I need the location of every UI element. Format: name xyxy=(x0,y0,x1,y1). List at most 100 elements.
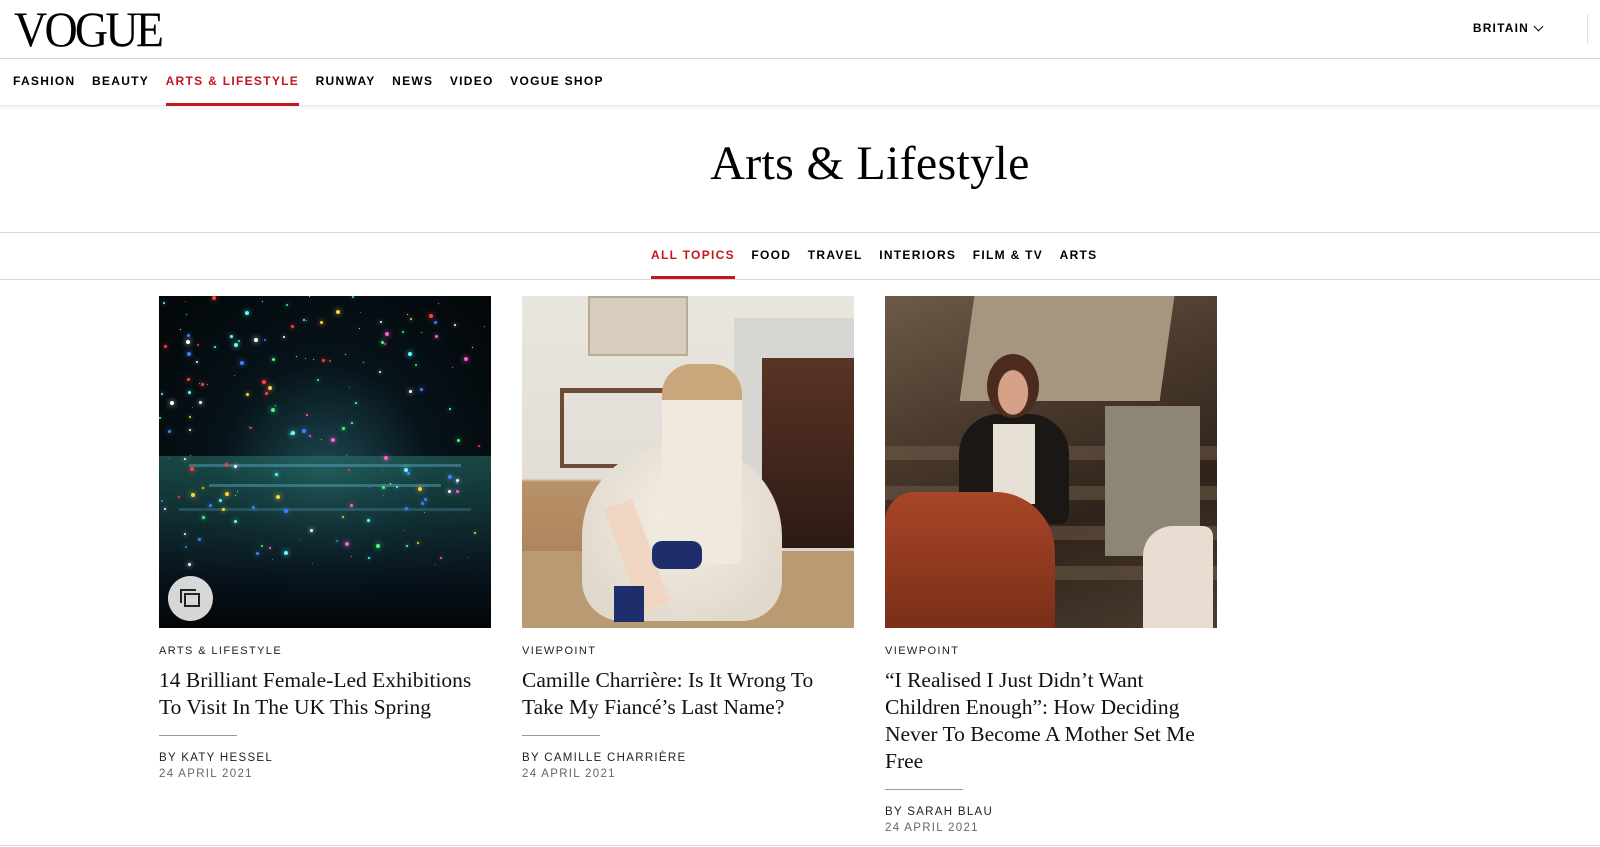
light-dot xyxy=(196,361,198,363)
top-bar: VOGUE BRITAIN xyxy=(0,0,1600,59)
light-dot xyxy=(309,296,310,297)
edition-selector[interactable]: BRITAIN xyxy=(1473,21,1544,35)
light-dot xyxy=(161,500,163,502)
light-dot xyxy=(302,429,306,433)
article-card[interactable]: VIEWPOINT “I Realised I Just Didn’t Want… xyxy=(885,296,1217,834)
light-dot xyxy=(404,468,408,472)
light-dot xyxy=(275,405,276,406)
light-dot xyxy=(424,512,425,513)
nav-item-news[interactable]: NEWS xyxy=(392,59,433,106)
light-dot xyxy=(276,495,280,499)
light-dot xyxy=(188,391,191,394)
image-detail xyxy=(189,464,461,467)
light-dot xyxy=(303,319,305,321)
tab-all-topics[interactable]: ALL TOPICS xyxy=(651,233,735,279)
light-dot xyxy=(379,371,381,373)
article-rubric[interactable]: VIEWPOINT xyxy=(522,645,854,657)
light-dot xyxy=(342,516,344,518)
light-dot xyxy=(300,539,301,540)
article-byline[interactable]: BY KATY HESSEL xyxy=(159,752,491,764)
light-dot xyxy=(284,551,288,555)
article-date: 24 APRIL 2021 xyxy=(159,768,253,780)
article-image-stairs[interactable] xyxy=(885,296,1217,628)
nav-item-arts-lifestyle[interactable]: ARTS & LIFESTYLE xyxy=(165,59,300,106)
light-dot xyxy=(283,336,285,338)
light-dot xyxy=(230,335,233,338)
light-dot xyxy=(424,498,427,501)
vogue-logo[interactable]: VOGUE xyxy=(14,4,164,54)
light-dot xyxy=(265,392,268,395)
light-dot xyxy=(225,463,228,466)
light-dot xyxy=(348,469,350,471)
divider xyxy=(522,735,600,736)
light-dot xyxy=(269,547,271,549)
light-dot xyxy=(163,302,165,304)
article-rubric[interactable]: ARTS & LIFESTYLE xyxy=(159,645,491,657)
light-dot xyxy=(383,495,384,496)
light-dot xyxy=(189,416,191,418)
light-dot xyxy=(252,506,255,509)
light-dot xyxy=(409,390,412,393)
light-dot xyxy=(390,484,391,485)
light-dot xyxy=(186,340,190,344)
article-headline[interactable]: “I Realised I Just Didn’t Want Children … xyxy=(885,667,1221,775)
tab-travel[interactable]: TRAVEL xyxy=(808,233,863,279)
light-dot xyxy=(261,545,263,547)
light-dot xyxy=(408,352,412,356)
light-dot xyxy=(191,493,195,497)
nav-item-vogue-shop[interactable]: VOGUE SHOP xyxy=(510,59,604,106)
light-dot xyxy=(376,544,380,548)
light-dot xyxy=(190,455,191,456)
tab-food[interactable]: FOOD xyxy=(751,233,791,279)
light-dot xyxy=(250,427,252,429)
light-dot xyxy=(390,483,391,484)
light-dot xyxy=(350,504,353,507)
article-headline[interactable]: Camille Charrière: Is It Wrong To Take M… xyxy=(522,667,858,721)
nav-item-beauty[interactable]: BEAUTY xyxy=(92,59,149,106)
nav-item-runway[interactable]: RUNWAY xyxy=(316,59,376,106)
light-dot xyxy=(369,487,370,488)
light-dot xyxy=(452,367,453,368)
light-dot xyxy=(402,331,404,333)
article-card[interactable]: VIEWPOINT Camille Charrière: Is It Wrong… xyxy=(522,296,854,780)
light-dot xyxy=(234,520,237,523)
light-dot xyxy=(187,334,190,337)
divider xyxy=(885,789,963,790)
light-dot xyxy=(359,328,360,329)
light-dot xyxy=(429,314,433,318)
divider xyxy=(1587,14,1588,44)
light-dot xyxy=(478,445,480,447)
light-dot xyxy=(201,383,204,386)
light-dot xyxy=(161,393,163,395)
article-image-chair[interactable] xyxy=(522,296,854,628)
article-byline[interactable]: BY SARAH BLAU xyxy=(885,806,1217,818)
gallery-icon[interactable] xyxy=(168,576,213,621)
topic-nav: ALL TOPICS FOOD TRAVEL INTERIORS FILM & … xyxy=(0,233,1600,280)
article-image-infinity-room[interactable] xyxy=(159,296,491,628)
image-detail xyxy=(209,484,441,487)
tab-interiors[interactable]: INTERIORS xyxy=(879,233,956,279)
article-card[interactable]: ARTS & LIFESTYLE 14 Brilliant Female-Led… xyxy=(159,296,491,780)
tab-film-tv[interactable]: FILM & TV xyxy=(973,233,1043,279)
light-dot xyxy=(159,417,161,419)
light-dot xyxy=(291,325,294,328)
light-dot xyxy=(336,540,338,542)
tab-arts[interactable]: ARTS xyxy=(1060,233,1098,279)
article-headline[interactable]: 14 Brilliant Female-Led Exhibitions To V… xyxy=(159,667,495,721)
light-dot xyxy=(305,358,306,359)
article-byline[interactable]: BY CAMILLE CHARRIÈRE xyxy=(522,752,854,764)
light-dot xyxy=(168,458,169,459)
light-dot xyxy=(368,557,370,559)
light-dot xyxy=(329,360,331,362)
light-dot xyxy=(306,414,308,416)
light-dot xyxy=(320,321,323,324)
light-dot xyxy=(306,320,307,321)
light-dot xyxy=(240,361,244,365)
light-dot xyxy=(235,495,236,496)
article-rubric[interactable]: VIEWPOINT xyxy=(885,645,1217,657)
light-dot xyxy=(407,472,410,475)
nav-item-fashion[interactable]: FASHION xyxy=(13,59,75,106)
nav-item-video[interactable]: VIDEO xyxy=(450,59,494,106)
light-dot xyxy=(351,422,353,424)
light-dot xyxy=(199,383,200,384)
